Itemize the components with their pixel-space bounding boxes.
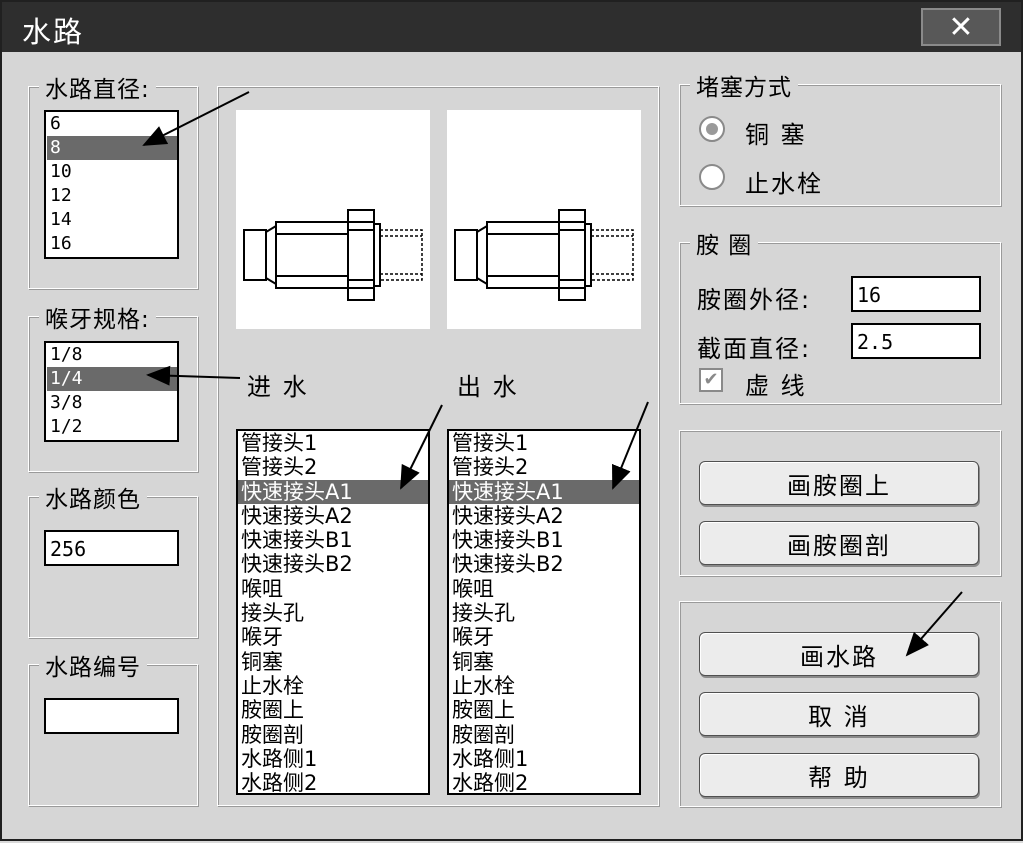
color-input[interactable]: 256	[44, 530, 179, 566]
diameter-listbox[interactable]: 6 8 10 12 14 16	[44, 110, 179, 259]
list-item[interactable]: 6	[47, 112, 177, 136]
oring-section-label: 截面直径:	[697, 335, 812, 363]
draw-oring-section-button[interactable]: 画胺圈剖	[699, 521, 979, 565]
copper-plug-radio[interactable]	[699, 116, 725, 142]
list-item[interactable]: 快速接头A1	[449, 479, 639, 504]
list-item[interactable]: 胺圈剖	[238, 723, 428, 747]
dashed-line-checkbox[interactable]: ✔	[699, 368, 723, 392]
list-item[interactable]: 铜塞	[238, 650, 428, 674]
list-item[interactable]: 快速接头B2	[238, 552, 428, 576]
list-item[interactable]: 水路侧2	[238, 771, 428, 793]
stop-valve-radio[interactable]	[699, 164, 725, 190]
list-item[interactable]: 16	[47, 232, 177, 256]
list-item[interactable]: 喉咀	[449, 577, 639, 601]
quick-coupler-drawing	[454, 209, 634, 301]
list-item[interactable]: 14	[47, 208, 177, 232]
list-item[interactable]: 10	[47, 160, 177, 184]
close-button[interactable]: ✕	[921, 8, 1001, 46]
list-item[interactable]: 快速接头A2	[449, 504, 639, 528]
draw-oring-top-button[interactable]: 画胺圈上	[699, 461, 979, 505]
list-item[interactable]: 管接头2	[238, 455, 428, 479]
draw-waterway-button[interactable]: 画水路	[699, 632, 979, 676]
plug-label: 堵塞方式	[690, 68, 798, 102]
inlet-listbox[interactable]: 管接头1 管接头2 快速接头A1 快速接头A2 快速接头B1 快速接头B2 喉咀 接头孔 喉牙铜…	[236, 429, 430, 795]
list-item[interactable]: 水路侧1	[449, 747, 639, 771]
close-icon: ✕	[948, 9, 974, 45]
list-item[interactable]: 水路侧2	[449, 771, 639, 793]
number-label: 水路编号	[39, 648, 147, 682]
thread-label: 喉牙规格:	[39, 300, 156, 334]
oring-outer-input[interactable]: 16	[851, 276, 981, 312]
oring-outer-label: 胺圈外径:	[697, 286, 812, 314]
stop-valve-label: 止水栓	[745, 170, 823, 198]
waterway-dialog: 水路 ✕ 水路直径: 6 8 10 12 14 16 喉牙规格: 1/8 1/4 3/8 1/2…	[0, 0, 1023, 841]
outlet-preview-image	[447, 110, 641, 329]
inlet-preview-image	[236, 110, 430, 329]
color-group: 水路颜色	[28, 480, 198, 638]
radio-selected-dot	[706, 123, 718, 135]
list-item[interactable]: 止水栓	[238, 674, 428, 698]
list-item[interactable]: 1/4	[47, 367, 177, 391]
list-item[interactable]: 止水栓	[449, 674, 639, 698]
list-item[interactable]: 铜塞	[449, 650, 639, 674]
list-item[interactable]: 快速接头A1	[238, 479, 428, 504]
thread-listbox[interactable]: 1/8 1/4 3/8 1/2	[44, 341, 179, 442]
cancel-button[interactable]: 取 消	[699, 692, 979, 736]
dashed-line-label: 虚 线	[745, 372, 807, 400]
window-title: 水路	[22, 15, 85, 49]
list-item[interactable]: 胺圈上	[238, 698, 428, 722]
plug-group: 堵塞方式	[679, 68, 1001, 206]
title-bar: 水路 ✕	[2, 2, 1021, 52]
list-item[interactable]: 管接头2	[449, 455, 639, 479]
list-item[interactable]: 3/8	[47, 391, 177, 415]
list-item[interactable]: 喉牙	[238, 625, 428, 649]
inlet-label: 进 水	[247, 373, 309, 401]
diameter-label: 水路直径:	[39, 70, 156, 104]
list-item[interactable]: 管接头1	[238, 431, 428, 455]
list-item[interactable]: 水路侧1	[238, 747, 428, 771]
copper-plug-label: 铜 塞	[745, 121, 807, 149]
list-item[interactable]: 快速接头A2	[238, 504, 428, 528]
list-item[interactable]: 快速接头B1	[449, 528, 639, 552]
color-label: 水路颜色	[39, 480, 147, 514]
checkmark-icon: ✔	[703, 369, 719, 390]
list-item[interactable]: 8	[47, 136, 177, 160]
list-item[interactable]: 12	[47, 184, 177, 208]
list-item[interactable]: 1/2	[47, 415, 177, 439]
list-item[interactable]: 喉牙	[449, 625, 639, 649]
quick-coupler-drawing	[243, 209, 423, 301]
outlet-listbox[interactable]: 管接头1 管接头2 快速接头A1 快速接头A2 快速接头B1 快速接头B2 喉咀 接头孔 喉牙铜…	[447, 429, 641, 795]
help-button[interactable]: 帮 助	[699, 753, 979, 797]
list-item[interactable]: 胺圈剖	[449, 723, 639, 747]
list-item[interactable]: 接头孔	[449, 601, 639, 625]
oring-section-input[interactable]: 2.5	[851, 323, 981, 359]
list-item[interactable]: 管接头1	[449, 431, 639, 455]
list-item[interactable]: 接头孔	[238, 601, 428, 625]
list-item[interactable]: 喉咀	[238, 577, 428, 601]
oring-label: 胺 圈	[690, 226, 759, 260]
number-group: 水路编号	[28, 648, 198, 806]
list-item[interactable]: 快速接头B2	[449, 552, 639, 576]
list-item[interactable]: 快速接头B1	[238, 528, 428, 552]
outlet-label: 出 水	[457, 373, 519, 401]
list-item[interactable]: 1/8	[47, 343, 177, 367]
list-item[interactable]: 胺圈上	[449, 698, 639, 722]
number-input[interactable]	[44, 698, 179, 734]
